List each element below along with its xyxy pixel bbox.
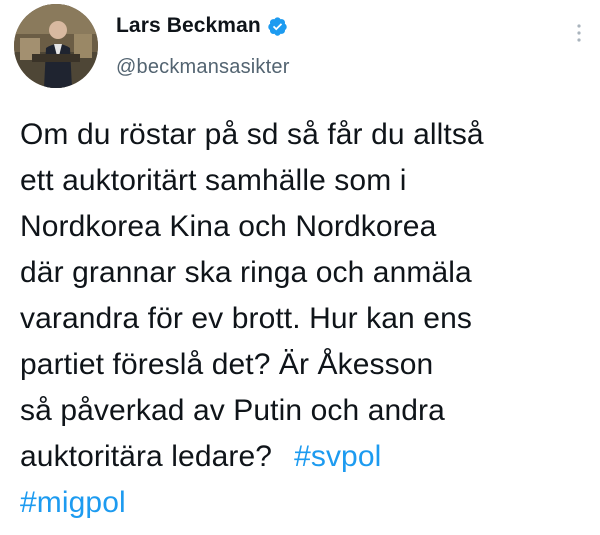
tweet-line-text: auktoritära ledare? [20, 440, 273, 473]
hashtag-link-svpol[interactable]: #svpol [294, 440, 381, 473]
display-name[interactable]: Lars Beckman [116, 14, 261, 38]
avatar-photo [14, 4, 98, 88]
tweet-card: Lars Beckman @beckmansasikter Om du röst… [0, 0, 600, 535]
tweet-line: så påverkad av Putin och andra [20, 394, 445, 427]
tweet-line: varandra för ev brott. Hur kan ens [20, 302, 472, 335]
tweet-line: Nordkorea Kina och Nordkorea [20, 210, 437, 243]
author-block: Lars Beckman @beckmansasikter [116, 12, 290, 79]
name-row: Lars Beckman [116, 12, 290, 40]
tweet-line: där grannar ska ringa och anmäla [20, 256, 472, 289]
hashtag-link-migpol[interactable]: #migpol [20, 486, 126, 519]
tweet-line: ett auktoritärt samhälle som i [20, 164, 407, 197]
tweet-text: Om du röstar på sd så får du alltså ett … [20, 112, 590, 526]
tweet-line-hashtag: #migpol [20, 480, 590, 526]
tweet-line: partiet föreslå det? Är Åkesson [20, 348, 434, 381]
verified-badge-icon [267, 16, 288, 37]
user-handle[interactable]: @beckmansasikter [116, 56, 290, 79]
tweet-line: Om du röstar på sd så får du alltså [20, 118, 484, 151]
more-options-icon[interactable] [572, 20, 586, 50]
tweet-line-with-hashtag: auktoritära ledare? #svpol [20, 434, 590, 480]
avatar[interactable] [14, 4, 98, 88]
